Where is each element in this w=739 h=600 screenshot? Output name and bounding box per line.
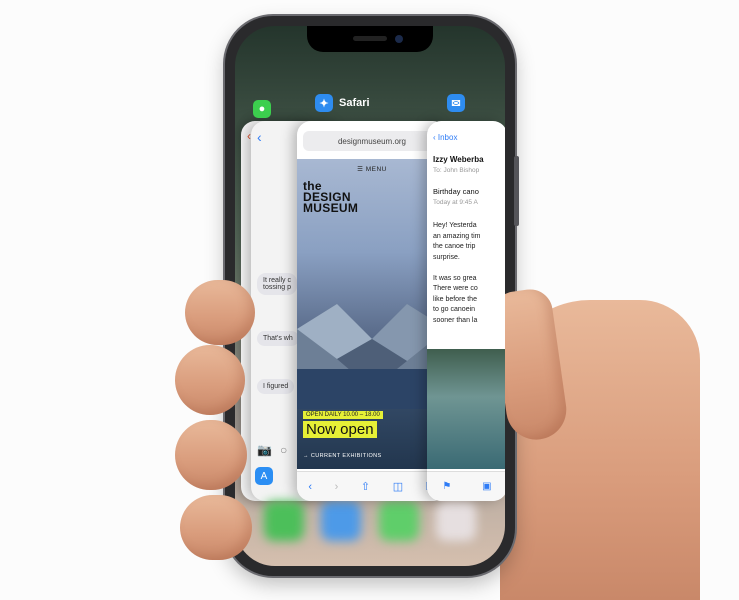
mail-sender: Izzy Weberba — [433, 155, 484, 164]
safari-label: Safari — [339, 97, 370, 109]
finger-ring — [175, 420, 247, 490]
safari-dock-icon — [321, 501, 362, 541]
messages-icon: ● — [253, 100, 271, 118]
messages-toolbar: 📷 ○ — [257, 443, 287, 457]
folder-icon[interactable]: ▣ — [482, 481, 491, 492]
mail-date: Today at 9:45 A — [433, 199, 478, 206]
mail-photo-attachment — [427, 349, 505, 469]
stage: ● ✦ Safari ✉ ‹ ‹ It really c tossing p T… — [0, 0, 739, 600]
app-store-icon[interactable]: A — [255, 467, 273, 485]
safari-app-header[interactable]: ✦ Safari — [315, 94, 370, 112]
message-text: I figured — [263, 383, 289, 390]
camera-icon[interactable]: 📷 — [257, 443, 272, 457]
flag-icon[interactable]: ⚑ — [442, 481, 451, 492]
safari-card[interactable]: designmuseum.org ☰ MENU the DESIGN MUSEU… — [297, 121, 447, 501]
mail-subject: Birthday cano — [433, 187, 479, 196]
mail-body-line: surprise. — [433, 253, 460, 261]
mail-body: Hey! Yesterda an amazing tim the canoe t… — [433, 221, 480, 326]
address-bar[interactable]: designmuseum.org — [303, 131, 441, 151]
mail-body-line: There were co — [433, 285, 478, 292]
share-icon[interactable]: ⇧ — [361, 480, 370, 493]
message-text: tossing p — [263, 284, 292, 291]
mail-body-line: It was so grea — [433, 274, 477, 282]
mail-envelope-icon: ✉ — [447, 94, 465, 112]
phone-app-icon — [263, 501, 304, 541]
mail-recipient: To: John Bishop — [433, 167, 480, 174]
back-icon[interactable]: ‹ — [308, 481, 312, 493]
message-text: It really c — [263, 277, 292, 284]
bookmarks-icon[interactable]: ◫ — [393, 480, 403, 493]
finger-little — [180, 495, 252, 560]
safari-compass-icon: ✦ — [315, 94, 333, 112]
message-bubble: I figured — [257, 379, 295, 394]
messages-dock-icon — [378, 501, 419, 541]
menu-button[interactable]: ☰ MENU — [297, 165, 447, 173]
mail-body-line: to go canoein — [433, 306, 476, 313]
music-dock-icon — [436, 501, 477, 541]
iphone-device: ● ✦ Safari ✉ ‹ ‹ It really c tossing p T… — [225, 16, 519, 576]
messages-app-header: ● — [253, 100, 271, 118]
app-switcher-screen: ● ✦ Safari ✉ ‹ ‹ It really c tossing p T… — [235, 26, 505, 566]
now-open-label: Now open — [303, 421, 377, 438]
museum-roof-image — [297, 304, 447, 409]
message-bubble: It really c tossing p — [257, 273, 298, 295]
opening-hours-label: OPEN DAILY 10.00 – 18.00 — [303, 411, 383, 419]
mail-toolbar: ⚑ ▣ — [427, 471, 505, 501]
notch — [307, 26, 433, 52]
message-bubble: That's wh — [257, 331, 299, 346]
mail-body-line: sooner than la — [433, 316, 478, 324]
home-dock — [255, 496, 485, 546]
side-button — [514, 156, 519, 226]
inbox-back-button[interactable]: ‹ Inbox — [433, 133, 457, 142]
speaker — [353, 36, 387, 41]
message-text: That's wh — [263, 335, 293, 342]
forward-icon[interactable]: › — [335, 481, 339, 493]
mail-card[interactable]: ‹ Inbox Izzy Weberba To: John Bishop Bir… — [427, 121, 505, 501]
finger-middle — [175, 345, 245, 415]
design-museum-logo: the DESIGN MUSEUM — [303, 179, 359, 215]
mail-body-line: the canoe trip — [433, 243, 476, 250]
mail-body-line — [433, 263, 480, 274]
mail-body-line: Hey! Yesterda — [433, 222, 477, 229]
design-museum-page: ☰ MENU the DESIGN MUSEUM OPEN DAILY 10.0… — [297, 159, 447, 469]
apps-icon[interactable]: ○ — [280, 443, 287, 457]
mail-body-line: like before the — [433, 295, 477, 303]
back-chevron-icon: ‹ — [257, 129, 262, 145]
current-exhibitions-link[interactable]: → CURRENT EXHIBITIONS — [303, 453, 382, 459]
camera — [395, 35, 403, 43]
mail-app-header: ✉ — [447, 94, 465, 112]
mail-body-line: an amazing tim — [433, 232, 481, 240]
safari-toolbar: ‹ › ⇧ ◫ ❐ — [297, 471, 447, 501]
finger-index — [185, 280, 255, 345]
